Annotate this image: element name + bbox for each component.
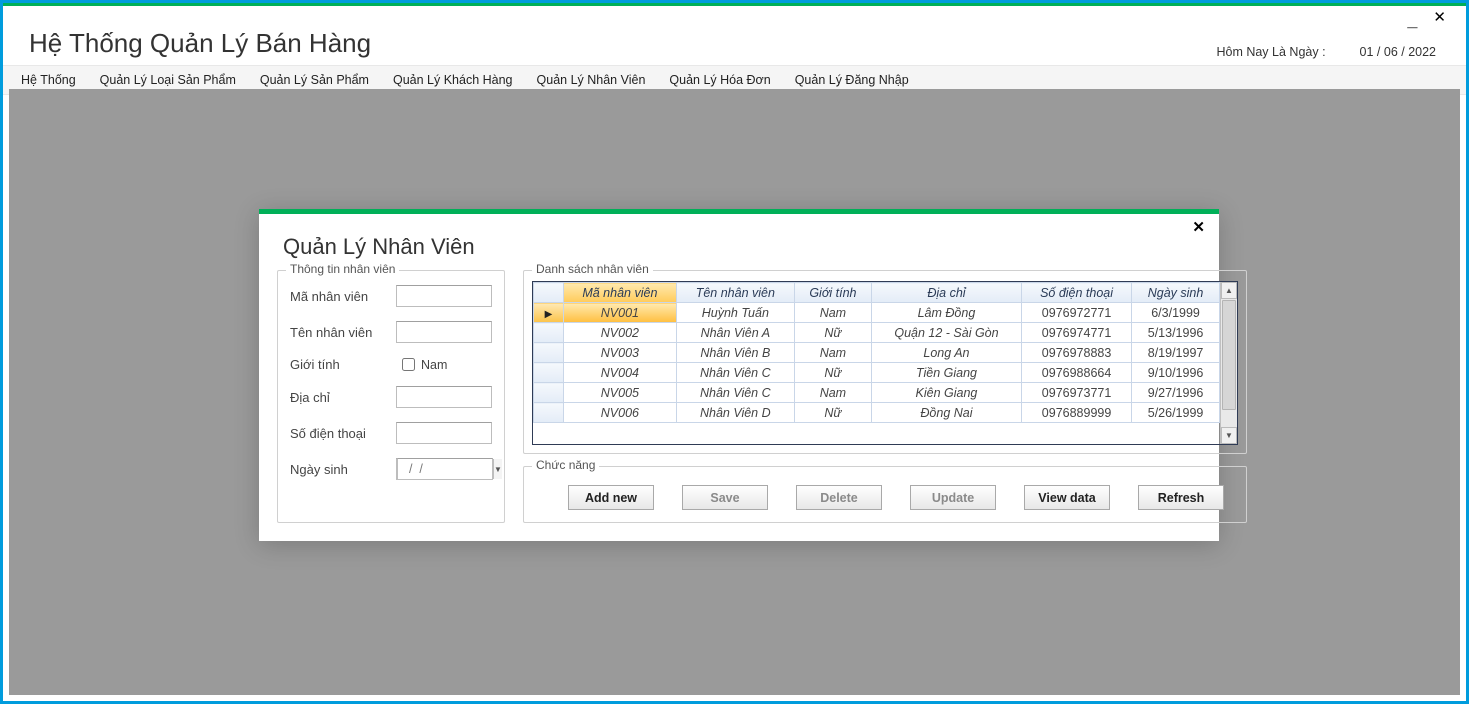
col-so-dien-thoai[interactable]: Số điện thoại (1022, 283, 1132, 303)
col-dia-chi[interactable]: Địa chỉ (871, 283, 1021, 303)
checkbox-gioi-tinh[interactable] (402, 358, 415, 371)
employee-child-window: ✕ Quản Lý Nhân Viên Thông tin nhân viên … (259, 209, 1219, 541)
main-window: _ ✕ Hệ Thống Quản Lý Bán Hàng Hôm Nay Là… (0, 0, 1469, 704)
label-ngay-sinh: Ngày sinh (290, 462, 396, 477)
groupbox-info: Thông tin nhân viên Mã nhân viên Tên nhâ… (277, 270, 505, 523)
groupbox-list: Danh sách nhân viên Mã nhân viên Tên nhâ… (523, 270, 1247, 454)
minimize-button[interactable]: _ (1399, 15, 1425, 25)
child-close-button[interactable]: ✕ (1188, 218, 1209, 236)
datepicker-ngay-sinh[interactable]: ▼ (396, 458, 492, 480)
input-ten-nhan-vien[interactable] (396, 321, 492, 343)
scroll-down-icon[interactable]: ▼ (1221, 427, 1237, 444)
groupbox-list-title: Danh sách nhân viên (532, 262, 653, 276)
label-ten-nhan-vien: Tên nhân viên (290, 325, 396, 340)
input-ma-nhan-vien[interactable] (396, 285, 492, 307)
delete-button[interactable]: Delete (796, 485, 882, 510)
today-label: Hôm Nay Là Ngày : (1216, 45, 1325, 59)
menu-nhan-vien[interactable]: Quản Lý Nhân Viên (525, 70, 658, 90)
menu-loai-san-pham[interactable]: Quản Lý Loại Sản Phẩm (88, 70, 248, 90)
label-dia-chi: Địa chỉ (290, 390, 396, 405)
col-gioi-tinh[interactable]: Giới tính (794, 283, 871, 303)
view-data-button[interactable]: View data (1024, 485, 1110, 510)
groupbox-func-title: Chức năng (532, 458, 599, 472)
input-dia-chi[interactable] (396, 386, 492, 408)
menu-dang-nhap[interactable]: Quản Lý Đăng Nhập (783, 70, 921, 90)
mdi-client-area: ✕ Quản Lý Nhân Viên Thông tin nhân viên … (9, 89, 1460, 695)
today-value: 01 / 06 / 2022 (1360, 45, 1436, 59)
datepicker-ngay-sinh-field[interactable] (397, 458, 493, 480)
label-gioi-tinh: Giới tính (290, 357, 402, 372)
grid-corner[interactable] (534, 283, 564, 303)
menu-san-pham[interactable]: Quản Lý Sản Phẩm (248, 70, 381, 90)
input-so-dien-thoai[interactable] (396, 422, 492, 444)
header-area: Hệ Thống Quản Lý Bán Hàng Hôm Nay Là Ngà… (3, 28, 1466, 65)
checkbox-gioi-tinh-label: Nam (421, 358, 447, 372)
groupbox-func: Chức năng Add new Save Delete Update Vie… (523, 466, 1247, 523)
groupbox-info-title: Thông tin nhân viên (286, 262, 399, 276)
menu-khach-hang[interactable]: Quản Lý Khách Hàng (381, 70, 525, 90)
menu-he-thong[interactable]: Hệ Thống (9, 70, 88, 90)
label-ma-nhan-vien: Mã nhân viên (290, 289, 396, 304)
table-row[interactable]: ▶NV003Nhân Viên BNamLong An09769788838/1… (534, 343, 1220, 363)
window-title-row: _ ✕ (3, 6, 1466, 28)
grid-scrollbar[interactable]: ▲ ▼ (1220, 282, 1237, 444)
menu-hoa-don[interactable]: Quản Lý Hóa Đơn (657, 70, 782, 90)
update-button[interactable]: Update (910, 485, 996, 510)
add-new-button[interactable]: Add new (568, 485, 654, 510)
chevron-down-icon[interactable]: ▼ (493, 459, 502, 479)
table-row[interactable]: ▶NV004Nhân Viên CNữTiền Giang09769886649… (534, 363, 1220, 383)
col-ten-nhan-vien[interactable]: Tên nhân viên (676, 283, 794, 303)
table-row[interactable]: ▶NV002Nhân Viên ANữQuận 12 - Sài Gòn0976… (534, 323, 1220, 343)
employee-grid[interactable]: Mã nhân viên Tên nhân viên Giới tính Địa… (532, 281, 1238, 445)
app-title: Hệ Thống Quản Lý Bán Hàng (29, 28, 1216, 59)
col-ma-nhan-vien[interactable]: Mã nhân viên (564, 283, 677, 303)
save-button[interactable]: Save (682, 485, 768, 510)
table-row[interactable]: ▶NV006Nhân Viên DNữĐồng Nai09768899995/2… (534, 403, 1220, 423)
scroll-up-icon[interactable]: ▲ (1221, 282, 1237, 299)
col-ngay-sinh[interactable]: Ngày sinh (1132, 283, 1220, 303)
refresh-button[interactable]: Refresh (1138, 485, 1224, 510)
label-so-dien-thoai: Số điện thoại (290, 426, 396, 441)
table-row[interactable]: ▶NV001Huỳnh TuấnNamLâm Đồng09769727716/3… (534, 303, 1220, 323)
scroll-thumb[interactable] (1222, 300, 1236, 410)
close-button[interactable]: ✕ (1425, 8, 1454, 26)
child-window-title: Quản Lý Nhân Viên (259, 234, 1219, 270)
table-row[interactable]: ▶NV005Nhân Viên CNamKiên Giang0976973771… (534, 383, 1220, 403)
